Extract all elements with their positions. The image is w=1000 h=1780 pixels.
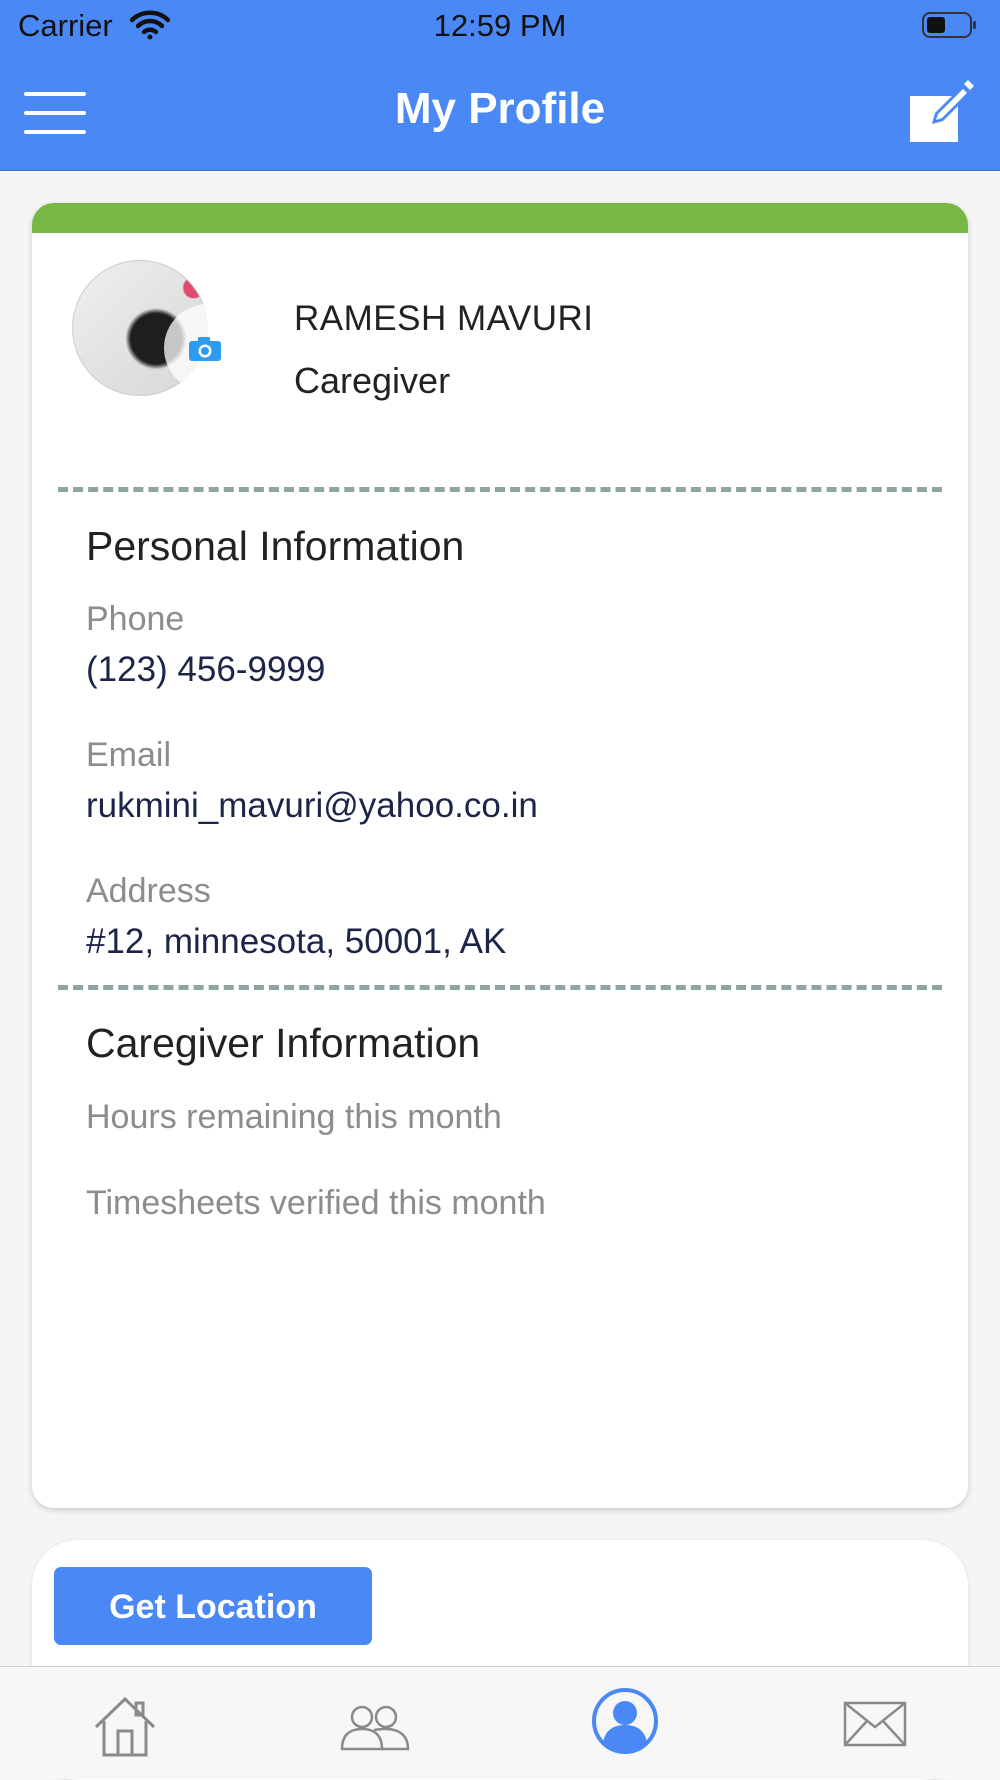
tab-messages[interactable]	[750, 1667, 1000, 1779]
profile-photo[interactable]	[72, 260, 252, 400]
edit-icon	[910, 80, 974, 142]
edit-profile-button[interactable]	[908, 80, 974, 144]
profile-role: Caregiver	[294, 360, 451, 401]
tab-home[interactable]	[0, 1667, 250, 1779]
hours-remaining-label: Hours remaining this month	[86, 1098, 502, 1136]
people-icon	[340, 1705, 410, 1751]
home-icon	[94, 1696, 156, 1757]
personal-info-title: Personal Information	[86, 523, 465, 569]
address-value: #12, minnesota, 50001, AK	[86, 922, 507, 961]
phone-value: (123) 456-9999	[86, 650, 326, 689]
clock: 12:59 PM	[433, 8, 567, 43]
divider	[58, 487, 942, 492]
mail-icon	[843, 1701, 907, 1747]
top-bar: Carrier 12:59 PM My Profile	[0, 0, 1000, 171]
divider	[58, 985, 942, 990]
get-location-button[interactable]: Get Location	[54, 1567, 372, 1645]
card-accent-bar	[32, 203, 968, 233]
status-bar: Carrier 12:59 PM	[0, 0, 1000, 56]
phone-label: Phone	[86, 600, 185, 638]
profile-card: RAMESH MAVURI Caregiver Personal Informa…	[32, 203, 968, 1508]
camera-icon	[189, 337, 221, 361]
tab-bar	[0, 1666, 1000, 1779]
tab-profile[interactable]	[500, 1667, 750, 1779]
profile-name: RAMESH MAVURI	[294, 299, 594, 338]
tab-people[interactable]	[250, 1667, 500, 1779]
battery-icon	[922, 12, 978, 38]
email-label: Email	[86, 736, 172, 774]
caregiver-info-title: Caregiver Information	[86, 1020, 481, 1066]
profile-icon	[592, 1688, 658, 1754]
address-label: Address	[86, 872, 211, 910]
timesheets-verified-label: Timesheets verified this month	[86, 1184, 546, 1222]
email-value: rukmini_mavuri@yahoo.co.in	[86, 786, 538, 825]
page-title: My Profile	[394, 84, 606, 133]
